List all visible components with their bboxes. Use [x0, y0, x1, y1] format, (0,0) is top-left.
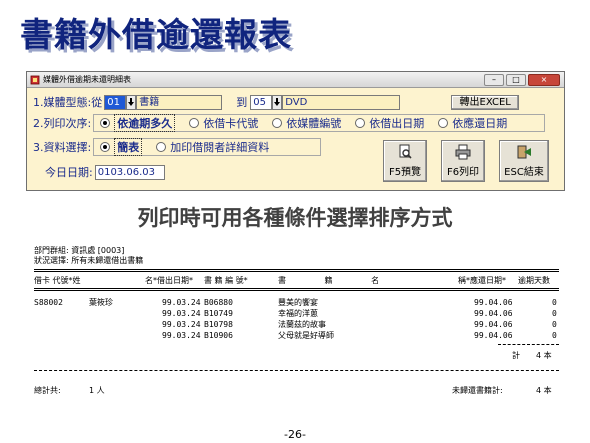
subtotal-value: 4 本 — [536, 351, 552, 360]
cell-book-title: 豐美的饗宴 — [278, 298, 318, 307]
preview-icon — [399, 144, 412, 159]
header-title-end: 稱* — [458, 276, 470, 285]
header-card: 借卡 代號*姓 — [34, 276, 81, 285]
header-bottom-rule — [34, 288, 559, 291]
app-icon — [30, 75, 40, 85]
radio-icon — [355, 118, 366, 128]
close-button[interactable]: × — [528, 73, 560, 86]
cell-loan-date: 99.03.24 — [162, 320, 201, 329]
total-people-label: 總計共: — [34, 386, 61, 395]
arrow-down-icon — [128, 98, 135, 106]
cell-due-date: 99.04.06 — [474, 331, 513, 340]
cell-overdue: 0 — [552, 298, 557, 307]
total-books-label: 未歸還書籍計: — [452, 386, 503, 395]
cell-due-date: 99.04.06 — [474, 320, 513, 329]
order-option-loan-date[interactable]: 依借出日期 — [355, 115, 424, 131]
today-row: 今日日期: 0103.06.03 — [45, 164, 165, 180]
media-from-code-input[interactable]: 01 — [104, 94, 127, 110]
print-order-group: 依逾期多久 依借卡代號 依媒體編號 依借出日期 依應還日期 — [93, 114, 546, 132]
today-date-input[interactable]: 0103.06.03 — [94, 164, 165, 180]
radio-icon — [156, 142, 167, 152]
media-from-dropdown-button[interactable] — [126, 94, 137, 110]
window-title: 媒體外借逾期未還明細表 — [43, 75, 131, 84]
cell-book-code: B06880 — [204, 298, 233, 307]
data-selection-group: 簡表 加印借閱者詳細資料 — [93, 138, 322, 156]
total-people-value: 1 人 — [89, 386, 105, 395]
page-number: -26- — [284, 428, 306, 441]
cell-book-code: B10906 — [204, 331, 233, 340]
header-book-title: 書 籍 名 — [278, 276, 398, 285]
exit-icon — [517, 145, 531, 159]
cell-book-code: B10749 — [204, 309, 233, 318]
media-from-name-field: 書籍 — [136, 94, 223, 110]
header-top-rule — [34, 269, 559, 272]
minimize-button[interactable]: – — [484, 73, 504, 86]
media-type-label: 1.媒體型態:從 — [33, 96, 103, 109]
preview-button[interactable]: F5預覽 — [383, 140, 427, 182]
media-to-label: 到 — [236, 96, 248, 109]
print-button-label: F6列印 — [446, 167, 480, 178]
total-books-value: 4 本 — [536, 386, 552, 395]
cell-due-date: 99.04.06 — [474, 298, 513, 307]
radio-icon — [438, 118, 449, 128]
report-settings-window: 媒體外借逾期未還明細表 – □ × 1.媒體型態:從 01 書籍 到 05 DV… — [26, 71, 565, 191]
radio-icon — [189, 118, 200, 128]
cell-loan-date: 99.03.24 — [162, 298, 201, 307]
cell-book-code: B10798 — [204, 320, 233, 329]
header-overdue: 逾期天數 — [518, 276, 550, 285]
media-type-row: 1.媒體型態:從 01 書籍 到 05 DVD 轉出EXCEL — [33, 94, 520, 110]
report-status: 狀況選擇: 所有未歸還借出書籍 — [34, 256, 144, 265]
data-selection-row: 3.資料選擇: 簡表 加印借閱者詳細資料 — [33, 138, 322, 156]
cell-due-date: 99.04.06 — [474, 309, 513, 318]
cell-book-title: 幸福的洋蔥 — [278, 309, 318, 318]
printer-icon — [455, 144, 471, 160]
subtotal-label: 計 — [512, 351, 520, 360]
export-excel-button[interactable]: 轉出EXCEL — [451, 94, 520, 110]
subtitle: 列印時可用各種條件選擇排序方式 — [137, 205, 453, 230]
print-order-row: 2.列印次序: 依逾期多久 依借卡代號 依媒體編號 依借出日期 依應還日期 — [33, 114, 546, 132]
cell-loan-date: 99.03.24 — [162, 309, 201, 318]
cell-overdue: 0 — [552, 309, 557, 318]
subtotal-rule — [498, 344, 559, 345]
data-option-detailed[interactable]: 加印借閱者詳細資料 — [156, 139, 269, 155]
media-to-name-field: DVD — [282, 94, 401, 110]
media-to-dropdown-button[interactable] — [272, 94, 283, 110]
exit-button-label: ESC結束 — [504, 167, 544, 178]
data-option-brief[interactable]: 簡表 — [100, 138, 143, 156]
page-title: 書籍外借逾還報表 — [20, 15, 292, 54]
cell-book-title: 法蘭茲的故事 — [278, 320, 326, 329]
radio-selected-icon — [100, 142, 111, 152]
radio-icon — [272, 118, 283, 128]
data-selection-label: 3.資料選擇: — [33, 141, 92, 154]
header-due-date: 應還日期* — [470, 276, 506, 285]
order-option-card[interactable]: 依借卡代號 — [189, 115, 258, 131]
total-rule — [34, 370, 559, 371]
order-option-overdue[interactable]: 依逾期多久 — [100, 114, 176, 132]
header-name-end: 名* — [145, 276, 157, 285]
borrower-card: S88002 — [34, 298, 63, 307]
borrower-name: 葉筱珍 — [89, 298, 113, 307]
print-order-label: 2.列印次序: — [33, 117, 92, 130]
exit-button[interactable]: ESC結束 — [499, 140, 549, 182]
media-to-code-input[interactable]: 05 — [250, 94, 273, 110]
header-book-code: 書 籍 編 號* — [204, 276, 248, 285]
cell-overdue: 0 — [552, 320, 557, 329]
print-button[interactable]: F6列印 — [441, 140, 485, 182]
order-option-media-number[interactable]: 依媒體編號 — [272, 115, 341, 131]
cell-book-title: 父母就是好導師 — [278, 331, 334, 340]
maximize-button[interactable]: □ — [506, 73, 526, 86]
window-titlebar: 媒體外借逾期未還明細表 – □ × — [27, 72, 564, 88]
cell-overdue: 0 — [552, 331, 557, 340]
preview-button-label: F5預覽 — [388, 167, 422, 178]
cell-loan-date: 99.03.24 — [162, 331, 201, 340]
today-label: 今日日期: — [45, 166, 93, 179]
header-loan-date: 借出日期* — [157, 276, 193, 285]
order-option-due-date[interactable]: 依應還日期 — [438, 115, 507, 131]
report-dept: 部門群組: 資訊處 [0003] — [34, 246, 125, 255]
arrow-down-icon — [274, 98, 281, 106]
radio-selected-icon — [100, 118, 111, 128]
